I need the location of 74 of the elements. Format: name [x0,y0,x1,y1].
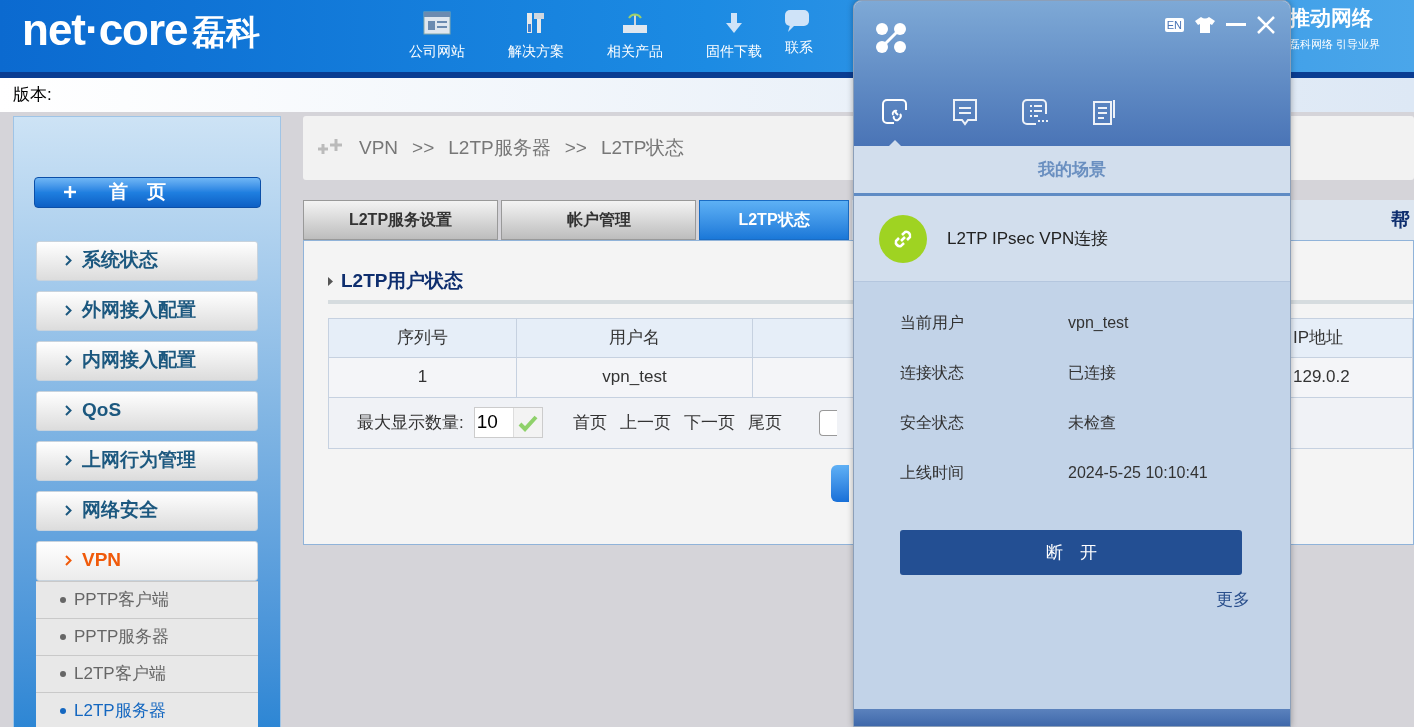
submenu-item[interactable]: L2TP客户端 [36,654,258,692]
nav-link[interactable]: 公司网站 [387,0,486,62]
menu-item[interactable]: 系统状态 [36,240,258,281]
nav-link[interactable]: 固件下载 [684,0,783,62]
menu-item[interactable]: QoS [36,390,258,431]
chevron-right-icon [65,305,72,316]
breadcrumb-item: VPN [359,135,399,160]
table-cell: vpn_test [517,357,753,397]
action-button[interactable] [831,464,849,502]
plus-icon [62,185,77,200]
logo-chinese: 磊科 [191,12,260,53]
menu-item[interactable]: 内网接入配置 [36,340,258,381]
pager-link[interactable]: 尾页 [747,409,782,436]
breadcrumb-item: L2TP状态 [600,135,685,160]
pager-link[interactable]: 下一页 [683,409,735,436]
column-header: 用户名 [517,318,753,357]
chevron-right-icon [65,355,72,366]
section-title: L2TP用户状态 [341,269,464,293]
table-cell: 1 [329,357,517,397]
table-cell-text: 129.0.2 [1292,366,1351,389]
chevron-right-icon [65,255,72,266]
disconnect-button[interactable]: 断 开 [900,530,1242,575]
tab[interactable]: L2TP服务设置 [303,200,498,240]
chevron-right-icon [65,405,72,416]
submenu-item[interactable]: PPTP服务器 [36,617,258,655]
detail-value: 2024-5-25 10:10:41 [1068,463,1208,483]
chat-icon [785,10,809,32]
help-heading: 帮 [1391,207,1410,232]
more-link[interactable]: 更多 [1216,587,1250,613]
detail-label: 连接状态 [900,363,965,383]
page-size-field[interactable]: 10 [473,407,543,438]
minimize-icon[interactable] [1226,23,1246,27]
app-logo-icon [875,22,907,54]
submenu-item[interactable]: PPTP客户端 [36,580,258,618]
language-button[interactable]: EN [1164,18,1184,32]
message-icon [950,97,980,127]
close-icon[interactable] [1256,15,1276,35]
chevron-right-icon [65,455,72,466]
pager-link[interactable]: 首页 [572,409,607,436]
breadcrumb-item: L2TP服务器 [448,135,551,160]
home-button[interactable]: 首 页 [33,177,261,208]
column-header: IP地址 [1292,326,1345,349]
check-icon [517,413,538,432]
page-size-label: 最大显示数量: [357,411,464,434]
menu-item[interactable]: 网络安全 [36,490,258,531]
version-label: 版本: [13,84,52,107]
shirt-icon[interactable] [1194,16,1216,34]
submenu-item[interactable]: L2TP服务器 [36,691,258,727]
list-icon [1020,97,1050,127]
window-icon [421,10,452,36]
pager-link[interactable]: 上一页 [619,409,671,436]
detail-value: vpn_test [1068,313,1129,333]
scene-name: L2TP IPsec VPN连接 [947,227,1109,250]
nav-link[interactable]: 相关产品 [585,0,684,62]
column-header: 序列号 [329,318,517,357]
detail-label: 安全状态 [900,413,965,433]
detail-value: 未检查 [1068,413,1116,433]
section-heading: 我的场景 [1038,158,1106,181]
chevron-right-icon [65,505,72,516]
detail-label: 当前用户 [900,313,965,333]
logo: net·core [22,4,188,56]
input-field[interactable] [818,409,837,436]
link-icon [880,97,910,127]
menu-item[interactable]: 外网接入配置 [36,290,258,331]
detail-value: 已连接 [1068,363,1116,383]
nav-link[interactable]: 解决方案 [486,0,585,62]
menu-item[interactable]: 上网行为管理 [36,440,258,481]
detail-label: 上线时间 [900,463,965,483]
chevron-right-icon [65,555,72,566]
breadcrumb-item: >> [564,135,587,160]
nav-link[interactable]: 联系 [783,0,831,62]
triangle-icon [328,276,333,286]
tab[interactable]: 帐户管理 [501,200,696,240]
breadcrumb-item: >> [412,135,435,160]
